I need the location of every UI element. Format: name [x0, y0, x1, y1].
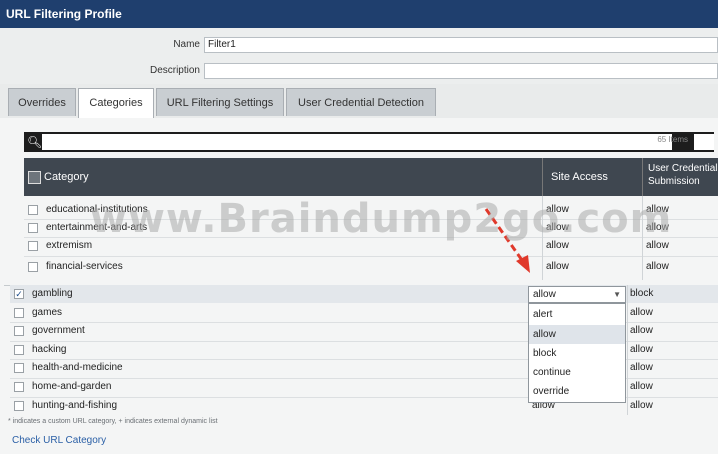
- red-arrow-annotation: [484, 208, 530, 273]
- row-checkbox[interactable]: [28, 205, 38, 215]
- option-block[interactable]: block: [529, 344, 625, 363]
- site-access-value[interactable]: allow: [546, 237, 569, 255]
- description-label: Description: [149, 65, 200, 76]
- category-name: entertainment-and-arts: [46, 222, 148, 233]
- category-name: games: [32, 307, 63, 318]
- search-clear[interactable]: [694, 134, 714, 150]
- category-name: extremism: [46, 240, 93, 251]
- option-allow[interactable]: allow: [529, 325, 625, 344]
- row-checkbox[interactable]: [28, 262, 38, 272]
- user-credential-value[interactable]: allow: [646, 201, 669, 219]
- column-user-credential-submission[interactable]: User Credential Submission: [642, 158, 718, 196]
- user-credential-value[interactable]: allow: [630, 322, 653, 340]
- user-credential-value[interactable]: allow: [646, 258, 669, 276]
- tab-user-credential-detection[interactable]: User Credential Detection: [286, 88, 436, 116]
- column-divider: [542, 196, 543, 280]
- site-access-select[interactable]: allow ▼: [528, 286, 626, 303]
- row-checkbox[interactable]: [14, 308, 24, 318]
- row-checkbox-checked[interactable]: ✓: [14, 289, 24, 299]
- search-bar: 🔍︎ 65 Items: [24, 132, 714, 152]
- name-input[interactable]: Filter1: [204, 37, 718, 53]
- user-credential-value[interactable]: allow: [630, 378, 653, 396]
- option-alert[interactable]: alert: [529, 305, 625, 324]
- user-credential-value[interactable]: allow: [630, 359, 653, 377]
- category-name: government: [32, 325, 85, 336]
- category-name: home-and-garden: [32, 381, 112, 392]
- category-name: hacking: [32, 344, 67, 355]
- tab-overrides[interactable]: Overrides: [8, 88, 76, 116]
- column-site-access[interactable]: Site Access: [542, 158, 642, 196]
- profile-form: Name Filter1 Description: [0, 28, 718, 84]
- row-checkbox[interactable]: [28, 223, 38, 233]
- category-name: financial-services: [46, 261, 123, 272]
- table-row[interactable]: educational-institutions allow allow: [24, 201, 718, 219]
- site-access-options: alert allow block continue override: [528, 303, 626, 403]
- category-name: hunting-and-fishing: [32, 400, 118, 411]
- category-name: health-and-medicine: [32, 362, 123, 373]
- site-access-selected-value: allow: [533, 289, 556, 300]
- column-divider: [642, 196, 643, 280]
- row-divider: [24, 237, 718, 238]
- tab-url-filtering-settings[interactable]: URL Filtering Settings: [156, 88, 284, 116]
- user-credential-value[interactable]: block: [630, 285, 653, 303]
- row-divider: [24, 256, 718, 257]
- table-row[interactable]: financial-services allow allow: [24, 258, 718, 276]
- user-credential-value[interactable]: allow: [630, 304, 653, 322]
- tab-bar: Overrides Categories URL Filtering Setti…: [0, 84, 718, 118]
- search-icon[interactable]: 🔍︎: [27, 135, 42, 149]
- table-header: Category Site Access User Credential Sub…: [24, 158, 718, 196]
- user-credential-value[interactable]: allow: [646, 219, 669, 237]
- footnote: * indicates a custom URL category, + ind…: [8, 418, 218, 425]
- row-checkbox[interactable]: [14, 401, 24, 411]
- column-divider: [627, 285, 628, 415]
- row-checkbox[interactable]: [14, 382, 24, 392]
- row-checkbox[interactable]: [14, 345, 24, 355]
- option-continue[interactable]: continue: [529, 363, 625, 382]
- user-credential-value[interactable]: allow: [630, 397, 653, 415]
- column-category[interactable]: Category: [44, 158, 89, 196]
- table-row[interactable]: extremism allow allow: [24, 237, 718, 255]
- search-input[interactable]: [42, 134, 672, 150]
- row-checkbox[interactable]: [28, 241, 38, 251]
- description-input[interactable]: [204, 63, 718, 79]
- site-access-value[interactable]: allow: [546, 258, 569, 276]
- chevron-down-icon[interactable]: ▼: [613, 287, 621, 302]
- user-credential-value[interactable]: allow: [646, 237, 669, 255]
- check-url-category-link[interactable]: Check URL Category: [12, 435, 106, 446]
- category-name: gambling: [32, 288, 73, 299]
- select-all-checkbox[interactable]: [28, 171, 41, 184]
- site-access-value[interactable]: allow: [546, 219, 569, 237]
- table-row[interactable]: entertainment-and-arts allow allow: [24, 219, 718, 237]
- user-credential-value[interactable]: allow: [630, 341, 653, 359]
- option-override[interactable]: override: [529, 382, 625, 401]
- tab-categories[interactable]: Categories: [78, 88, 154, 118]
- site-access-value[interactable]: allow: [546, 201, 569, 219]
- name-label: Name: [173, 39, 200, 50]
- row-checkbox[interactable]: [14, 363, 24, 373]
- row-divider: [24, 219, 718, 220]
- window-title: URL Filtering Profile: [0, 0, 718, 28]
- item-count: 65 Items: [657, 135, 688, 144]
- row-checkbox[interactable]: [14, 326, 24, 336]
- category-name: educational-institutions: [46, 204, 148, 215]
